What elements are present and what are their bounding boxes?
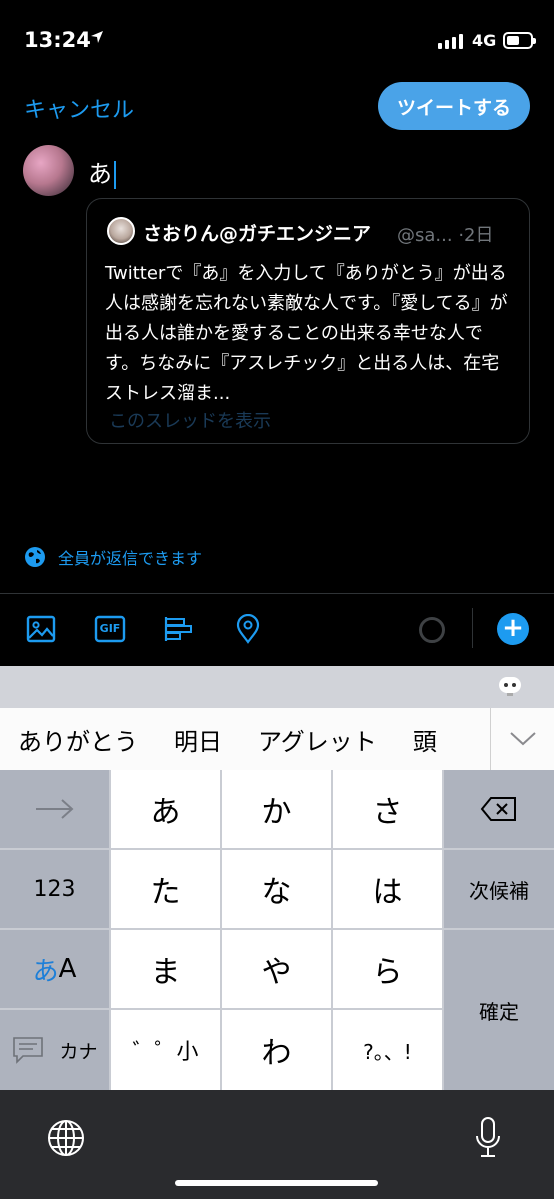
delete-key[interactable] (444, 770, 554, 848)
quoted-tweet[interactable]: さおりん@ガチエンジニア @sa... ·2日 Twitterで『あ』を入力して… (86, 198, 530, 444)
candidate-2[interactable]: 明日 (156, 722, 240, 757)
status-bar: 13:24 4G (0, 0, 554, 80)
avatar (23, 145, 74, 196)
key-ka[interactable]: か (222, 770, 331, 848)
cursor-right-key[interactable] (0, 770, 109, 848)
quoted-avatar (107, 217, 135, 245)
kana-mode-key[interactable]: あA (0, 930, 109, 1008)
numbers-key[interactable]: 123 (0, 850, 109, 928)
quoted-author-meta: @sa... ·2日 (397, 221, 494, 247)
candidate-3[interactable]: アグレット (240, 722, 395, 757)
numbers-key-label: 123 (33, 876, 76, 902)
globe-keyboard-icon[interactable] (46, 1118, 86, 1158)
gif-icon[interactable]: GIF (94, 614, 126, 644)
kana-key-label: カナ (59, 1040, 98, 1063)
divider (0, 593, 554, 594)
speech-bubble-icon[interactable] (11, 1035, 45, 1065)
quoted-author-name: さおりん@ガチエンジニア (143, 223, 372, 245)
battery-icon (503, 32, 536, 49)
emoji-kana-key[interactable]: カナ (0, 1010, 109, 1090)
location-icon[interactable] (233, 614, 263, 644)
image-icon[interactable] (26, 614, 56, 644)
candidate-bar: ありがとう 明日 アグレット 頭 (0, 708, 554, 770)
next-candidate-label: 次候補 (469, 878, 529, 903)
backspace-icon (480, 797, 516, 821)
kana-mode-alpha: A (58, 954, 77, 984)
cellular-signal-icon (438, 33, 463, 49)
network-type: 4G (472, 31, 497, 50)
expand-candidates-button[interactable] (490, 708, 554, 770)
key-punctuation[interactable]: ?。、! (333, 1010, 442, 1090)
bot-icon[interactable] (497, 673, 523, 697)
home-indicator[interactable] (175, 1180, 378, 1186)
key-ta[interactable]: た (111, 850, 220, 928)
candidate-1[interactable]: ありがとう (0, 722, 156, 757)
show-thread-link[interactable]: このスレッドを表示 (109, 407, 271, 433)
key-ha[interactable]: は (333, 850, 442, 928)
status-time: 13:24 (24, 28, 91, 52)
microphone-icon[interactable] (473, 1116, 503, 1160)
confirm-label: 確定 (479, 999, 519, 1024)
key-wa[interactable]: わ (222, 1010, 331, 1090)
key-dakuten-label: ゛゜小 (132, 1040, 199, 1065)
key-sa[interactable]: さ (333, 770, 442, 848)
key-dakuten[interactable]: ゛゜小 (111, 1010, 220, 1090)
reply-setting-button[interactable]: 全員が返信できます (24, 545, 202, 569)
confirm-key[interactable]: 確定 (444, 930, 554, 1090)
tweet-button[interactable]: ツイートする (378, 82, 530, 130)
gif-label: GIF (99, 622, 121, 635)
keyboard: 123 あA カナ あ か さ た な は ま や ら ゛゜小 わ ?。、! 次… (0, 770, 554, 1090)
globe-icon (25, 547, 45, 567)
key-punctuation-label: ?。、! (363, 1039, 412, 1064)
text-caret (114, 161, 116, 189)
compose-text: あ (88, 160, 112, 188)
character-count-ring (419, 617, 445, 643)
next-candidate-key[interactable]: 次候補 (444, 850, 554, 928)
candidate-4[interactable]: 頭 (395, 722, 455, 757)
chevron-down-icon (509, 732, 536, 746)
toolbar-separator (472, 608, 473, 648)
quoted-tweet-body: Twitterで『あ』を入力して『ありがとう』が出る人は感謝を忘れない素敵な人で… (105, 263, 508, 404)
key-a[interactable]: あ (111, 770, 220, 848)
compose-input[interactable]: あ (88, 154, 116, 189)
add-tweet-button[interactable]: + (497, 613, 529, 645)
quoted-age: 2日 (464, 225, 494, 246)
kana-mode-hiragana: あ (32, 956, 59, 987)
cancel-button[interactable]: キャンセル (24, 92, 134, 124)
key-na[interactable]: な (222, 850, 331, 928)
quoted-author-handle: @sa... (397, 225, 453, 246)
key-ma[interactable]: ま (111, 930, 220, 1008)
location-arrow-icon (91, 31, 103, 43)
key-ra[interactable]: ら (333, 930, 442, 1008)
key-ya[interactable]: や (222, 930, 331, 1008)
arrow-right-icon (35, 799, 73, 819)
keyboard-accessory-bar (0, 666, 554, 708)
reply-setting-label: 全員が返信できます (58, 549, 203, 568)
poll-icon[interactable] (163, 614, 193, 644)
